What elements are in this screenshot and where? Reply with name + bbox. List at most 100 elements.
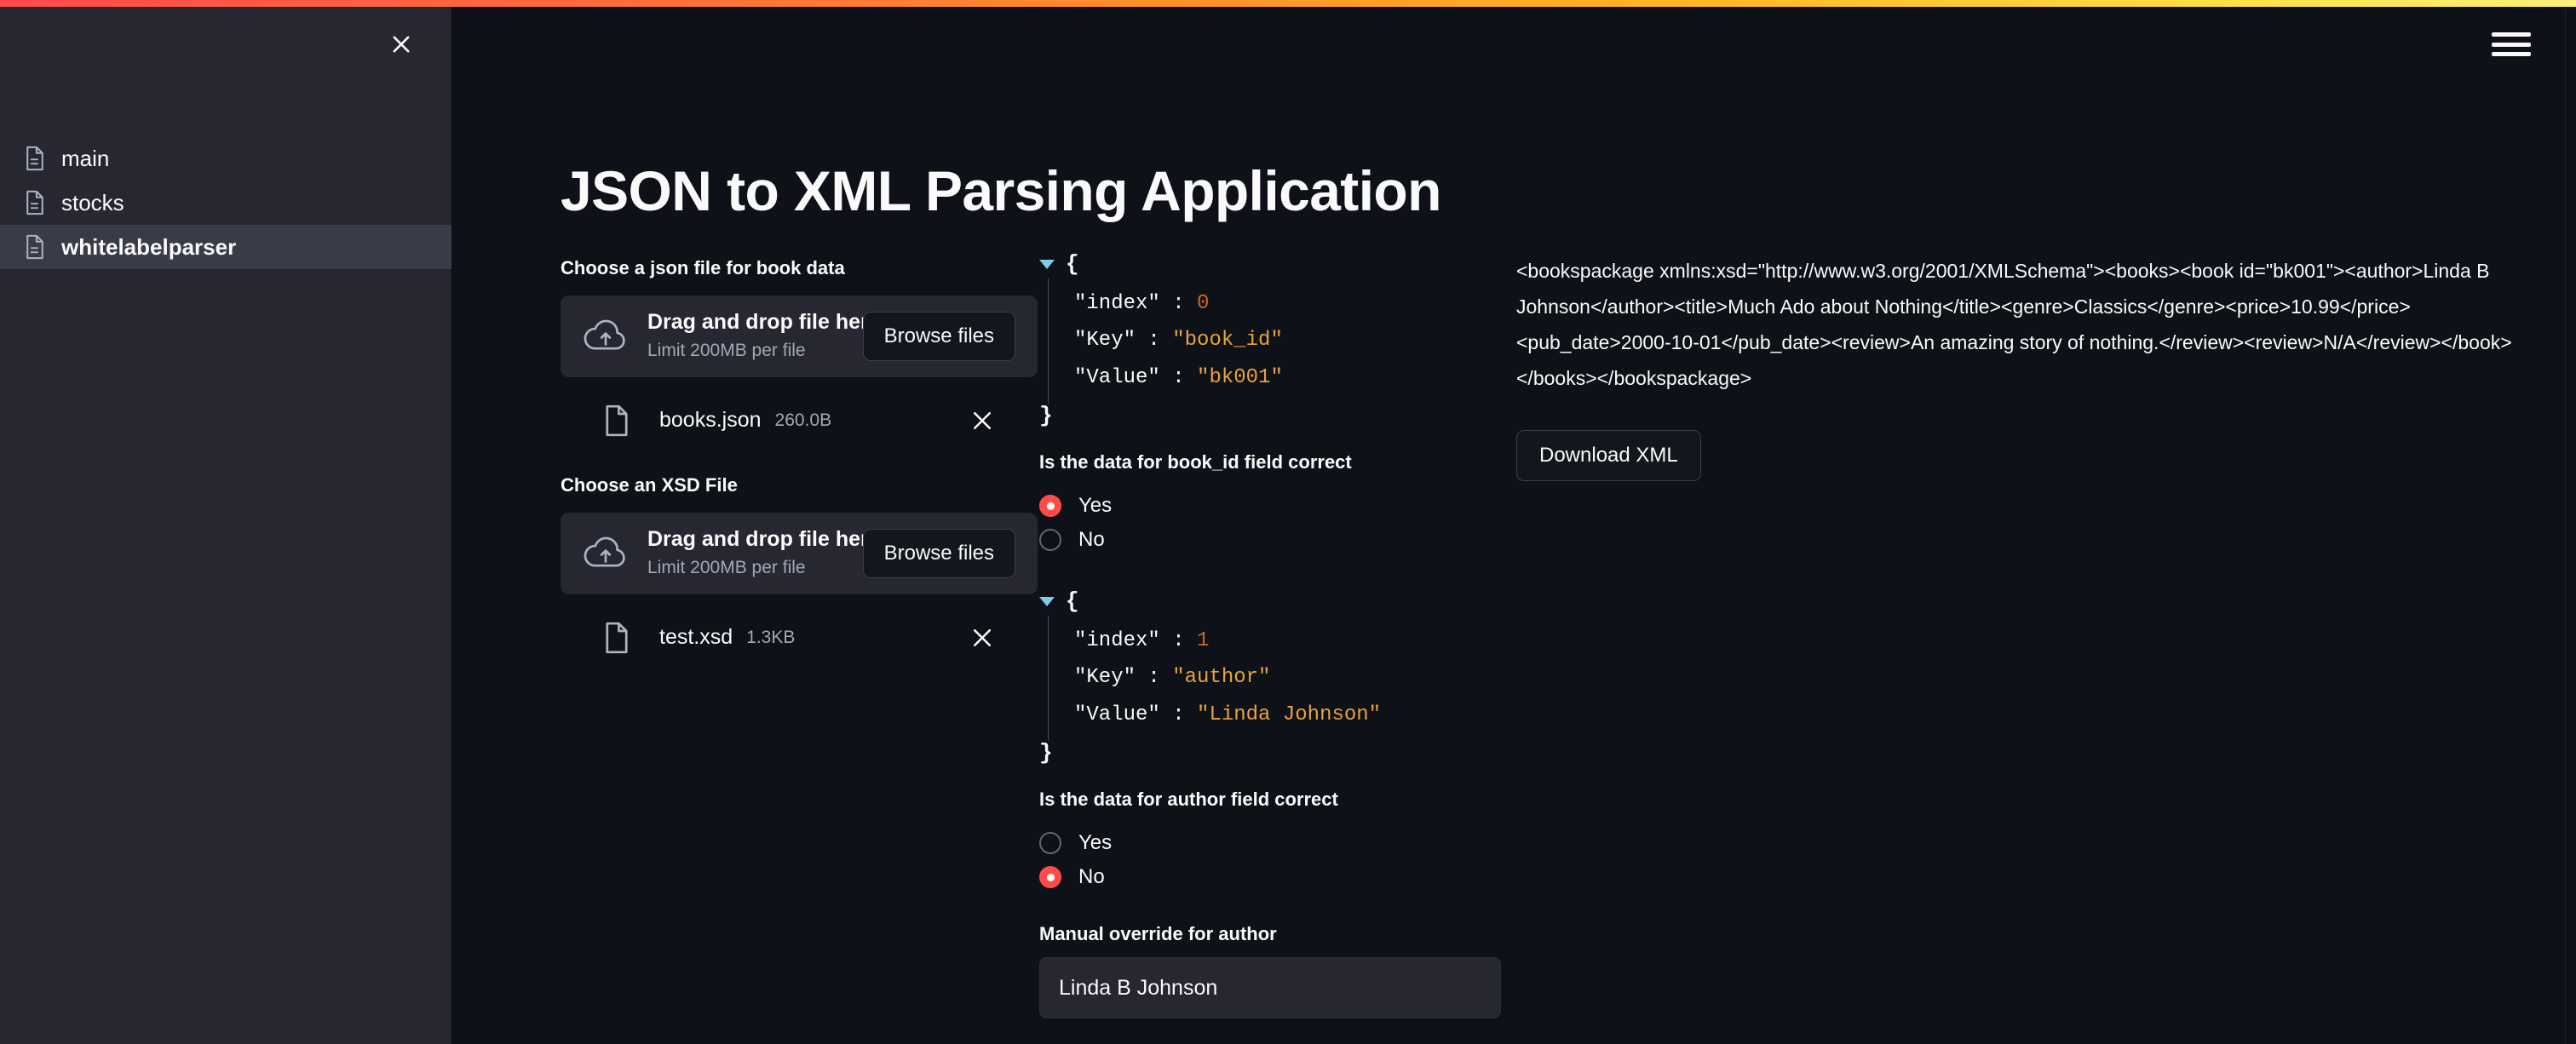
main-content: JSON to XML Parsing Application Choose a…: [451, 7, 2565, 1044]
xsd-dropzone[interactable]: Drag and drop file here Limit 200MB per …: [561, 512, 1038, 594]
field-block-book-id: { "index" : 0 "Key" : "book_id" "Value" …: [1039, 250, 1516, 557]
cloud-upload-icon: [584, 319, 625, 350]
json-tree-root: {: [1039, 250, 1516, 278]
sidebar-item-main[interactable]: main: [0, 136, 451, 181]
sidebar-item-stocks[interactable]: stocks: [0, 181, 451, 225]
xml-output-text: <bookspackage xmlns:xsd="http://www.w3.o…: [1516, 260, 2512, 389]
json-tree-viewer: { "index" : 0 "Key" : "book_id" "Value" …: [1039, 250, 1516, 427]
download-xml-button[interactable]: Download XML: [1516, 430, 1701, 482]
sidebar-item-label: main: [61, 145, 110, 171]
json-tree-viewer: { "index" : 1 "Key" : "author" "Value":…: [1039, 588, 1516, 765]
dropzone-main-text: Drag and drop file here: [647, 527, 881, 552]
radio-indicator-selected: [1039, 495, 1061, 518]
radio-label: No: [1078, 528, 1105, 552]
json-key: "Key": [1074, 329, 1136, 353]
file-icon: [606, 404, 628, 436]
radio-group-author: Yes No: [1039, 826, 1516, 894]
dropzone-text: Drag and drop file here Limit 200MB per …: [647, 309, 881, 363]
hamburger-bar: [2492, 42, 2531, 47]
dropzone-limit-text: Limit 200MB per file: [647, 340, 806, 360]
dropzone-main-text: Drag and drop file here: [647, 310, 881, 335]
sidebar: main stocks whitelabelparser: [0, 7, 451, 1044]
close-x-icon: [974, 411, 991, 429]
radio-label: Yes: [1078, 494, 1113, 518]
json-key: "Value": [1074, 365, 1160, 389]
page-scrollbar[interactable]: [2565, 7, 2576, 1044]
radio-option-no[interactable]: No: [1039, 860, 1516, 894]
file-icon: [606, 622, 628, 653]
json-line-value: "Value" : "Linda Johnson": [1074, 697, 1516, 734]
xsd-uploader-label: Choose an XSD File: [561, 473, 738, 496]
page-file-icon: [26, 146, 43, 171]
accent-gradient-bar: [0, 0, 2576, 7]
uploaded-file-row: books.json 260.0B: [561, 391, 1038, 450]
chevron-down-icon[interactable]: [1039, 260, 1055, 269]
json-value: "bk001": [1197, 365, 1283, 389]
uploader-column: Choose a json file for book data Drag an…: [561, 255, 1038, 668]
dropzone-text: Drag and drop file here Limit 200MB per …: [647, 526, 881, 580]
validation-question: Is the data for author field correct: [1039, 789, 1338, 811]
chevron-down-icon[interactable]: [1039, 597, 1055, 607]
sidebar-close-button[interactable]: [384, 27, 418, 61]
radio-indicator-selected: [1039, 866, 1061, 889]
hamburger-bar: [2492, 32, 2531, 37]
json-value: "author": [1172, 666, 1271, 690]
json-tree-root: {: [1039, 588, 1516, 616]
json-line-value: "Value" : "bk001": [1074, 359, 1516, 397]
uploaded-file-size: 260.0B: [774, 410, 832, 430]
json-close-brace: }: [1039, 402, 1053, 428]
browse-files-button[interactable]: Browse files: [862, 311, 1015, 361]
radio-label: Yes: [1078, 831, 1113, 855]
field-block-author: { "index" : 1 "Key" : "author" "Value":…: [1039, 588, 1516, 1019]
uploaded-file-name: books.json: [659, 408, 762, 433]
remove-file-button[interactable]: [969, 625, 995, 651]
xsd-uploader-section: Choose an XSD File Drag and drop file he…: [561, 473, 1038, 668]
json-key: "index": [1074, 291, 1160, 315]
json-value: 1: [1197, 628, 1210, 652]
hamburger-bar: [2492, 52, 2531, 56]
app-root: main stocks whitelabelparser JSON to XML…: [0, 0, 2576, 1044]
radio-option-no[interactable]: No: [1039, 523, 1516, 557]
json-line-key: "Key" : "author": [1074, 659, 1516, 697]
json-uploader-section: Choose a json file for book data Drag an…: [561, 255, 1038, 450]
radio-option-yes[interactable]: Yes: [1039, 489, 1516, 523]
json-colon: :: [1172, 628, 1185, 652]
json-dropzone[interactable]: Drag and drop file here Limit 200MB per …: [561, 295, 1038, 377]
validation-question: Is the data for book_id field correct: [1039, 451, 1352, 473]
json-line-index: "index" : 0: [1074, 285, 1516, 323]
json-colon: :: [1147, 666, 1160, 690]
manual-override-input[interactable]: [1039, 957, 1501, 1019]
sidebar-item-whitelabelparser[interactable]: whitelabelparser: [0, 225, 451, 269]
page-file-icon: [26, 190, 43, 215]
uploaded-file-row: test.xsd 1.3KB: [561, 608, 1038, 668]
close-x-icon: [393, 36, 410, 53]
radio-indicator-unselected: [1039, 529, 1061, 552]
uploaded-file-name: test.xsd: [659, 625, 733, 650]
json-tree-body: "index" : 1 "Key" : "author" "Value" : "…: [1048, 615, 1516, 741]
hamburger-menu-button[interactable]: [2492, 29, 2531, 60]
radio-group-book-id: Yes No: [1039, 489, 1516, 557]
json-key: "Value": [1074, 703, 1160, 726]
json-open-brace: {: [1066, 588, 1079, 615]
page-file-icon: [26, 234, 43, 260]
browse-files-button[interactable]: Browse files: [862, 528, 1015, 578]
radio-indicator-unselected: [1039, 832, 1061, 855]
sidebar-nav-list: main stocks whitelabelparser: [0, 136, 451, 269]
json-value: "Linda Johnson": [1197, 703, 1382, 726]
sidebar-item-label: stocks: [61, 189, 124, 215]
json-value: 0: [1197, 291, 1210, 315]
uploaded-file-size: 1.3KB: [746, 627, 796, 647]
remove-file-button[interactable]: [969, 408, 995, 433]
radio-option-yes[interactable]: Yes: [1039, 826, 1516, 860]
radio-label: No: [1078, 865, 1105, 889]
manual-override-label: Manual override for author: [1039, 923, 1277, 945]
json-close-brace: }: [1039, 739, 1053, 766]
close-x-icon: [974, 628, 991, 646]
xml-output-column: <bookspackage xmlns:xsd="http://www.w3.o…: [1516, 254, 2521, 482]
json-open-brace: {: [1066, 251, 1079, 277]
json-colon: :: [1172, 291, 1185, 315]
dropzone-limit-text: Limit 200MB per file: [647, 557, 806, 577]
json-tree-body: "index" : 0 "Key" : "book_id" "Value" :: [1048, 278, 1516, 404]
validation-column: { "index" : 0 "Key" : "book_id" "Value" …: [1039, 250, 1516, 1019]
json-line-key: "Key" : "book_id": [1074, 322, 1516, 359]
